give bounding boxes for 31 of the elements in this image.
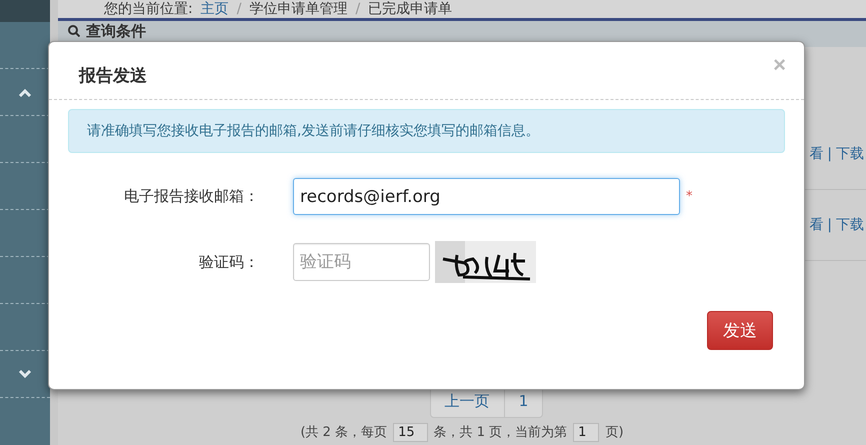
- email-field[interactable]: records@ierf.org: [293, 178, 680, 215]
- info-alert: 请准确填写您接收电子报告的邮箱,发送前请仔细核实您填写的邮箱信息。: [68, 109, 785, 153]
- view-link[interactable]: 看: [809, 145, 824, 163]
- download-link[interactable]: 下载: [836, 216, 864, 234]
- breadcrumb-link[interactable]: 主页: [200, 0, 229, 18]
- link-separator: |: [827, 146, 832, 162]
- captcha-image[interactable]: [435, 241, 536, 283]
- chevron-up-icon[interactable]: [18, 88, 32, 96]
- field-label: 电子报告接收邮箱：: [124, 187, 259, 206]
- summary-text: (共 2 条，每页: [300, 424, 388, 441]
- sidebar-header: [0, 0, 50, 22]
- dialog-title: 报告发送: [79, 65, 147, 87]
- send-button[interactable]: 发送: [707, 311, 773, 350]
- page-size-field[interactable]: 15: [393, 422, 428, 442]
- breadcrumb-label: 您的当前位置:: [104, 0, 193, 18]
- summary-text: 条，共 1 页，当前为第: [434, 424, 568, 441]
- current-page-field[interactable]: 1: [573, 422, 600, 442]
- breadcrumb-separator: /: [236, 0, 242, 16]
- captcha-field[interactable]: 验证码: [293, 243, 430, 281]
- field-label: 验证码：: [199, 252, 259, 272]
- panel-title: 查询条件: [86, 22, 146, 40]
- required-mark: *: [686, 189, 692, 204]
- breadcrumb-item: 学位申请单管理: [249, 0, 348, 18]
- chevron-down-icon[interactable]: [18, 370, 32, 378]
- breadcrumb-separator: /: [355, 0, 360, 16]
- view-link[interactable]: 看: [809, 216, 824, 234]
- download-link[interactable]: 下载: [836, 145, 864, 163]
- breadcrumb-item: 已完成申请单: [368, 0, 452, 18]
- summary-text: 页): [605, 424, 624, 441]
- link-separator: |: [827, 217, 832, 233]
- search-icon: [68, 25, 80, 37]
